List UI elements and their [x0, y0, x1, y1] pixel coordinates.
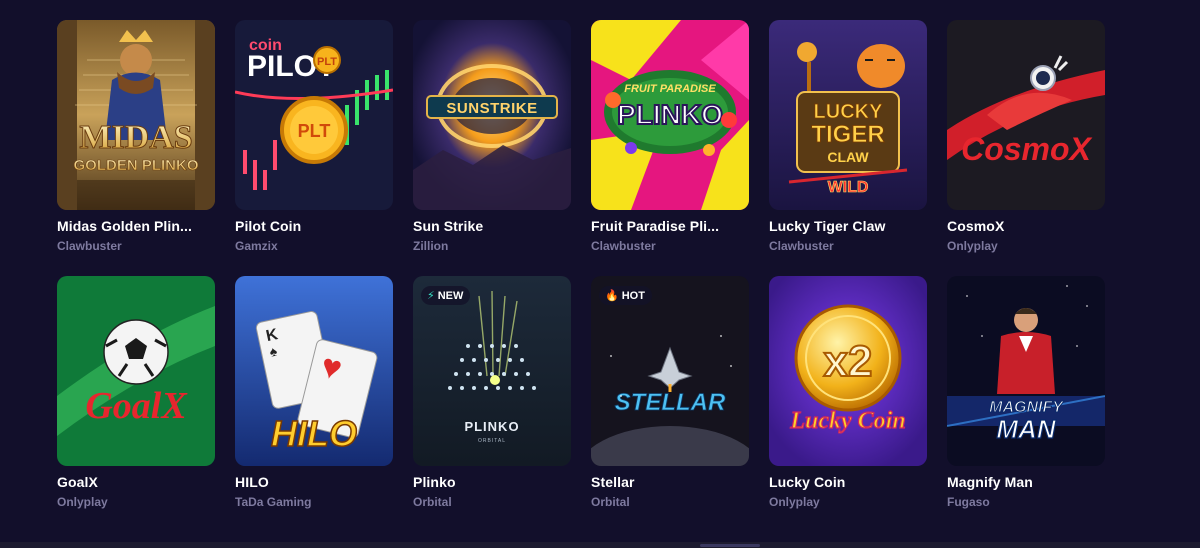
game-card-midas-golden-plinko[interactable]: MIDAS GOLDEN PLINKO Midas Golden Plin...… [57, 20, 215, 253]
game-thumbnail[interactable]: STELLAR 🔥 HOT [591, 276, 749, 466]
svg-text:MAN: MAN [996, 414, 1056, 444]
game-provider: Onlyplay [769, 495, 820, 509]
scrollbar-thumb[interactable] [700, 544, 760, 547]
game-provider: Onlyplay [947, 239, 998, 253]
game-thumbnail[interactable]: MAGNIFY MAN [947, 276, 1105, 466]
game-provider: Clawbuster [591, 239, 656, 253]
game-provider: Fugaso [947, 495, 990, 509]
game-art-lucky-tiger: LUCKY TIGER CLAW WILD [769, 20, 927, 210]
svg-text:CLAW: CLAW [827, 149, 869, 165]
svg-text:SUNSTRIKE: SUNSTRIKE [446, 100, 537, 117]
svg-text:PLINKO: PLINKO [617, 99, 723, 130]
game-card-cosmox[interactable]: CosmoX CosmoX Onlyplay [947, 20, 1105, 253]
svg-text:PLT: PLT [317, 56, 337, 68]
game-provider: Clawbuster [769, 239, 834, 253]
svg-text:STELLAR: STELLAR [615, 389, 726, 416]
game-art-fruit-paradise: FRUIT PARADISE PLINKO [591, 20, 749, 210]
game-provider: Zillion [413, 239, 449, 253]
game-provider: Gamzix [235, 239, 278, 253]
flame-icon: 🔥 [605, 290, 619, 302]
game-art-cosmox: CosmoX [947, 20, 1105, 210]
badge-label: HOT [621, 289, 645, 302]
game-title[interactable]: Pilot Coin [235, 218, 393, 234]
game-card-lucky-tiger-claw[interactable]: LUCKY TIGER CLAW WILD Lucky Tiger Claw C… [769, 20, 927, 253]
svg-text:TIGER: TIGER [811, 121, 884, 148]
game-provider: Orbital [413, 495, 452, 509]
game-thumbnail[interactable]: K ♠ ♥ HILO [235, 276, 393, 466]
game-thumbnail[interactable]: GoalX [57, 276, 215, 466]
game-row-2: GoalX GoalX Onlyplay K ♠ ♥ HILO HILO TaD… [57, 276, 1117, 509]
game-thumbnail[interactable]: SUNSTRIKE [413, 20, 571, 210]
game-art-pilot-coin: coin PILOT PLT PLT [235, 20, 393, 210]
game-art-goalx: GoalX [57, 276, 215, 466]
game-art-lucky-coin: x2 Lucky Coin [769, 276, 927, 466]
game-title[interactable]: Lucky Coin [769, 474, 927, 490]
game-card-sun-strike[interactable]: SUNSTRIKE Sun Strike Zillion [413, 20, 571, 253]
svg-text:MIDAS: MIDAS [79, 119, 192, 156]
game-title[interactable]: Magnify Man [947, 474, 1105, 490]
game-art-hilo: K ♠ ♥ HILO [235, 276, 393, 466]
game-thumbnail[interactable]: LUCKY TIGER CLAW WILD [769, 20, 927, 210]
game-card-magnify-man[interactable]: MAGNIFY MAN Magnify Man Fugaso [947, 276, 1105, 509]
game-card-lucky-coin[interactable]: x2 Lucky Coin Lucky Coin Onlyplay [769, 276, 927, 509]
game-title[interactable]: HILO [235, 474, 393, 490]
game-thumbnail[interactable]: coin PILOT PLT PLT [235, 20, 393, 210]
svg-text:ORBITAL: ORBITAL [478, 438, 506, 444]
horizontal-scrollbar[interactable] [0, 542, 1200, 548]
svg-text:CosmoX: CosmoX [961, 131, 1092, 167]
svg-text:PLT: PLT [298, 121, 331, 141]
svg-text:FRUIT PARADISE: FRUIT PARADISE [624, 83, 716, 95]
game-card-fruit-paradise-plinko[interactable]: FRUIT PARADISE PLINKO Fruit Paradise Pli… [591, 20, 749, 253]
game-provider: Onlyplay [57, 495, 108, 509]
game-title[interactable]: Lucky Tiger Claw [769, 218, 927, 234]
svg-text:WILD: WILD [828, 179, 869, 196]
game-provider: Orbital [591, 495, 630, 509]
game-provider: Clawbuster [57, 239, 122, 253]
game-title[interactable]: Sun Strike [413, 218, 571, 234]
game-thumbnail[interactable]: FRUIT PARADISE PLINKO [591, 20, 749, 210]
svg-text:LUCKY: LUCKY [814, 101, 884, 123]
game-title[interactable]: Fruit Paradise Pli... [591, 218, 749, 234]
game-thumbnail[interactable]: x2 Lucky Coin [769, 276, 927, 466]
svg-text:PLINKO: PLINKO [464, 419, 519, 434]
game-card-hilo[interactable]: K ♠ ♥ HILO HILO TaDa Gaming [235, 276, 393, 509]
game-thumbnail[interactable]: PLINKO ORBITAL ⚡ NEW [413, 276, 571, 466]
badge-hot: 🔥 HOT [599, 286, 652, 305]
svg-text:x2: x2 [824, 337, 873, 386]
game-thumbnail[interactable]: CosmoX [947, 20, 1105, 210]
badge-new: ⚡ NEW [421, 286, 471, 305]
game-thumbnail[interactable]: MIDAS GOLDEN PLINKO [57, 20, 215, 210]
lightning-icon: ⚡ [427, 290, 435, 302]
svg-text:Lucky Coin: Lucky Coin [789, 408, 905, 434]
game-card-goalx[interactable]: GoalX GoalX Onlyplay [57, 276, 215, 509]
game-card-stellar[interactable]: STELLAR 🔥 HOT Stellar Orbital [591, 276, 749, 509]
game-row-1: MIDAS GOLDEN PLINKO Midas Golden Plin...… [57, 20, 1117, 253]
svg-text:GoalX: GoalX [85, 385, 188, 427]
game-title[interactable]: Stellar [591, 474, 749, 490]
game-art-sun-strike: SUNSTRIKE [413, 20, 571, 210]
game-grid: MIDAS GOLDEN PLINKO Midas Golden Plin...… [57, 20, 1117, 509]
game-title[interactable]: GoalX [57, 474, 215, 490]
game-provider: TaDa Gaming [235, 495, 312, 509]
game-title[interactable]: Plinko [413, 474, 571, 490]
svg-text:HILO: HILO [271, 413, 357, 454]
game-art-midas: MIDAS GOLDEN PLINKO [57, 20, 215, 210]
game-card-pilot-coin[interactable]: coin PILOT PLT PLT Pilot Coin Gamzix [235, 20, 393, 253]
svg-text:GOLDEN PLINKO: GOLDEN PLINKO [73, 157, 198, 174]
badge-label: NEW [437, 289, 464, 302]
game-art-magnify-man: MAGNIFY MAN [947, 276, 1105, 466]
game-title[interactable]: Midas Golden Plin... [57, 218, 215, 234]
game-card-plinko[interactable]: PLINKO ORBITAL ⚡ NEW Plinko Orbital [413, 276, 571, 509]
game-title[interactable]: CosmoX [947, 218, 1105, 234]
